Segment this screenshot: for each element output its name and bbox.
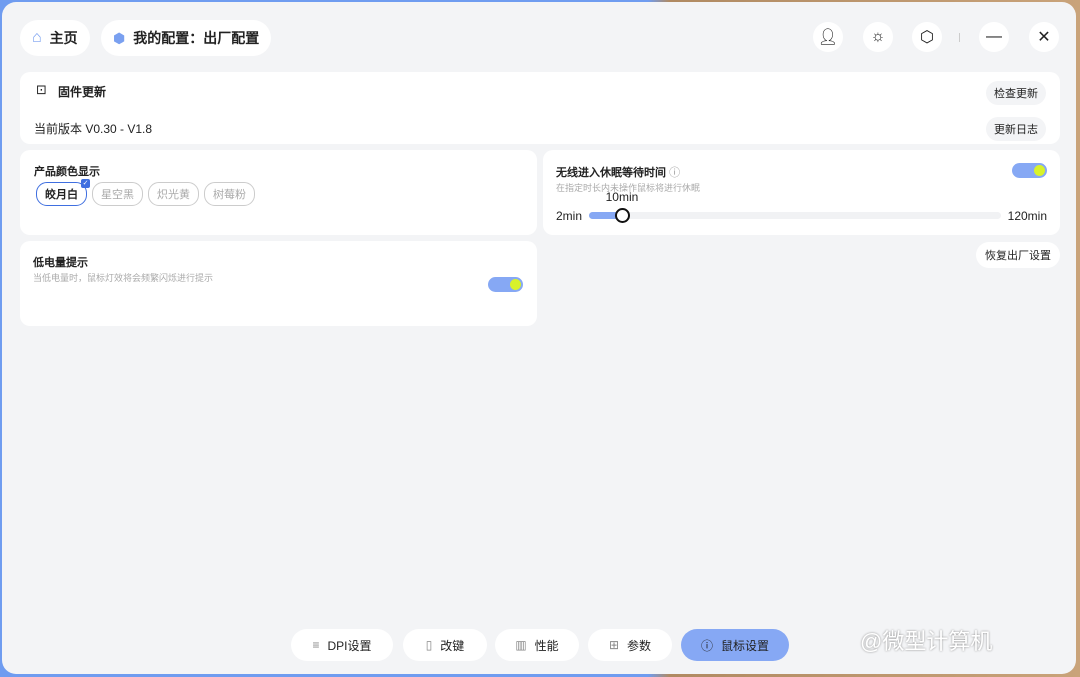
color-option-pink[interactable]: 树莓粉 xyxy=(204,182,255,206)
close-icon: ✕ xyxy=(1037,29,1051,46)
home-icon: ⌂ xyxy=(32,29,42,46)
info-icon: ⓘ xyxy=(700,638,713,653)
app-window: ⌂ 主页 ⬢ 我的配置：出厂配置 👤︎ ☼ ⬡ — ✕ ⊡ 固件更新 当前版本 … xyxy=(2,2,1076,674)
battery-desc: 当低电量时，鼠标灯效将会频繁闪烁进行提示 xyxy=(33,273,214,283)
user-icon: 👤︎ xyxy=(817,29,839,46)
nav-dpi[interactable]: ≡ DPI设置 xyxy=(291,629,393,661)
config-button[interactable]: ⬢ 我的配置：出厂配置 xyxy=(101,20,272,56)
battery-title: 低电量提示 xyxy=(33,257,88,269)
sun-icon: ☼ xyxy=(870,28,886,45)
color-card: 产品颜色显示 皎月白 ✓ 星空黑 炽光黄 树莓粉 xyxy=(20,150,537,235)
check-icon: ✓ xyxy=(81,179,90,188)
nav-performance[interactable]: ▥ 性能 xyxy=(495,629,579,661)
nav-label: 性能 xyxy=(534,638,559,653)
factory-reset-button[interactable]: 恢复出厂设置 xyxy=(976,242,1060,268)
nav-label: 参数 xyxy=(627,638,652,653)
hexagon-gear-icon: ⬡ xyxy=(920,29,934,46)
grid-icon: ⊞ xyxy=(608,638,620,652)
slider-value-label: 10min xyxy=(605,190,639,204)
color-option-black[interactable]: 星空黑 xyxy=(92,182,143,206)
cube-icon: ⬢ xyxy=(113,29,126,46)
firmware-card: ⊡ 固件更新 当前版本 V0.30 - V1.8 检查更新 更新日志 xyxy=(20,72,1060,144)
brightness-button[interactable]: ☼ xyxy=(863,22,893,52)
color-option-yellow[interactable]: 炽光黄 xyxy=(148,182,199,206)
slider-max-label: 120min xyxy=(1007,209,1047,223)
battery-card: 低电量提示 当低电量时，鼠标灯效将会频繁闪烁进行提示 xyxy=(20,241,537,326)
sleep-card: 无线进入休眠等待时间 ⓘ 在指定时长内未操作鼠标将进行休眠 2min 120mi… xyxy=(543,150,1060,235)
chip-label: 皎月白 xyxy=(45,189,78,201)
battery-toggle[interactable] xyxy=(488,277,523,292)
sleep-title: 无线进入休眠等待时间 ⓘ xyxy=(556,167,681,179)
config-label: 我的配置：出厂配置 xyxy=(133,30,260,46)
close-button[interactable]: ✕ xyxy=(1029,22,1059,52)
info-icon[interactable]: ⓘ xyxy=(669,167,680,179)
nav-label: 鼠标设置 xyxy=(721,638,770,653)
home-label: 主页 xyxy=(49,30,78,46)
firmware-title: 固件更新 xyxy=(58,85,107,99)
color-options: 皎月白 ✓ 星空黑 炽光黄 树莓粉 xyxy=(36,179,260,206)
watermark: @微型计算机 xyxy=(860,629,993,654)
nav-keys[interactable]: ▯ 改键 xyxy=(403,629,487,661)
sleep-toggle[interactable] xyxy=(1012,163,1047,178)
chart-icon: ▥ xyxy=(515,638,527,652)
slider-thumb[interactable] xyxy=(614,208,630,223)
update-log-button[interactable]: 更新日志 xyxy=(986,117,1046,141)
user-button[interactable]: 👤︎ xyxy=(813,22,843,52)
nav-params[interactable]: ⊞ 参数 xyxy=(588,629,672,661)
divider xyxy=(959,33,960,42)
home-button[interactable]: ⌂ 主页 xyxy=(20,20,90,56)
firmware-version: 当前版本 V0.30 - V1.8 xyxy=(34,122,153,136)
nav-mouse-settings[interactable]: ⓘ 鼠标设置 xyxy=(681,629,789,661)
minimize-icon: — xyxy=(986,28,1002,45)
mouse-icon: ▯ xyxy=(425,638,433,652)
chip-icon: ⊡ xyxy=(36,82,47,97)
minimize-button[interactable]: — xyxy=(979,22,1009,52)
nav-label: DPI设置 xyxy=(327,638,372,653)
check-update-button[interactable]: 检查更新 xyxy=(986,81,1046,105)
nav-label: 改键 xyxy=(440,638,465,653)
settings-button[interactable]: ⬡ xyxy=(912,22,942,52)
color-option-white[interactable]: 皎月白 ✓ xyxy=(36,179,90,206)
dpi-icon: ≡ xyxy=(312,638,320,652)
slider-min-label: 2min xyxy=(556,209,583,223)
sleep-slider[interactable]: 10min xyxy=(589,190,1001,223)
color-title: 产品颜色显示 xyxy=(34,166,100,178)
